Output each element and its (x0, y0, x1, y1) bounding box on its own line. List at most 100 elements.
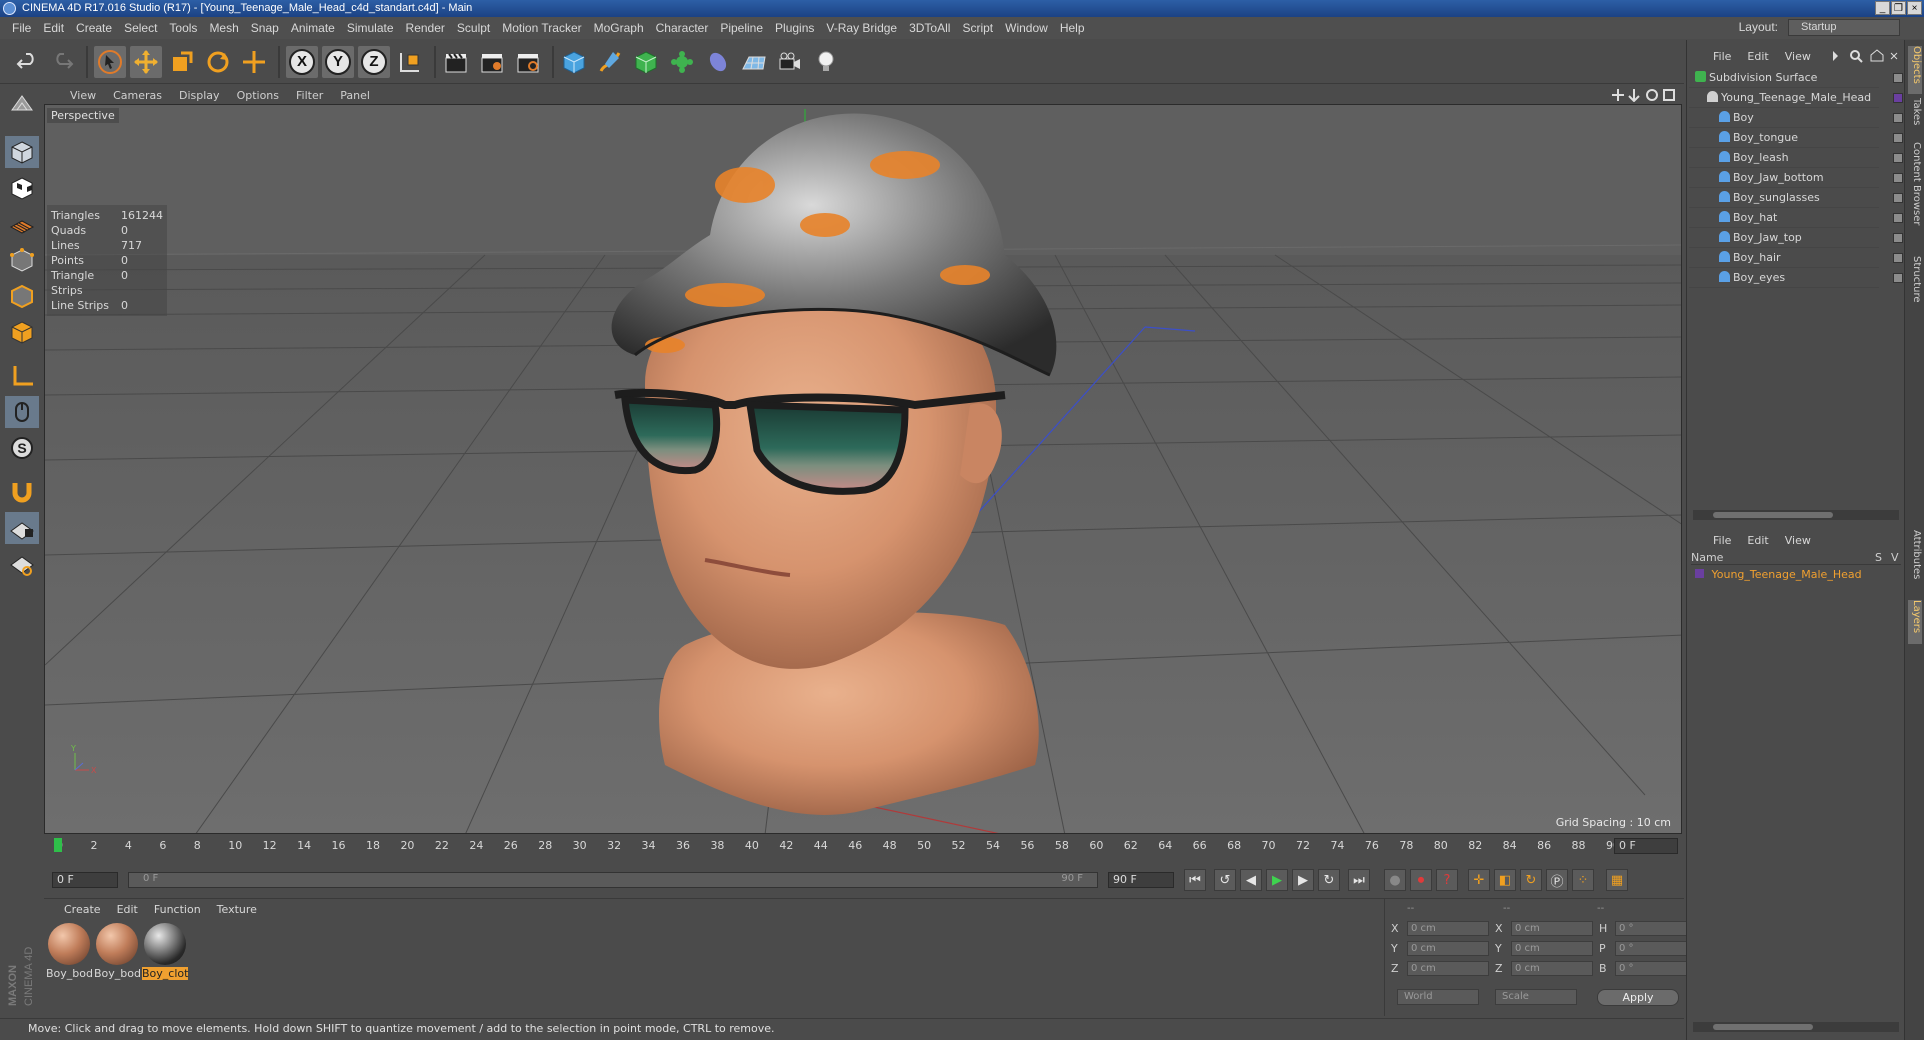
viewport-menu-cameras[interactable]: Cameras (113, 89, 162, 102)
menu-edit[interactable]: Edit (37, 21, 70, 35)
menu-render[interactable]: Render (400, 21, 451, 35)
object-list-item[interactable]: Boy_sunglasses (1689, 188, 1903, 208)
menu-animate[interactable]: Animate (285, 21, 341, 35)
render-settings-button[interactable] (512, 46, 544, 78)
menu-plugins[interactable]: Plugins (769, 21, 820, 35)
object-manager-scrollbar[interactable] (1693, 510, 1899, 520)
rotation-h-field[interactable]: 0 ° (1615, 921, 1697, 936)
menu-pipeline[interactable]: Pipeline (714, 21, 769, 35)
menu-window[interactable]: Window (999, 21, 1054, 35)
layers-menu-file[interactable]: File (1713, 534, 1731, 547)
object-list-item[interactable]: Boy_Jaw_bottom (1689, 168, 1903, 188)
visibility-toggle[interactable] (1893, 173, 1903, 183)
viewport-menu-options[interactable]: Options (237, 89, 279, 102)
workplane-align-button[interactable] (5, 548, 39, 580)
undo-button[interactable] (12, 46, 44, 78)
close-button[interactable]: × (1907, 1, 1922, 15)
layer-manager-scrollbar[interactable] (1693, 1022, 1899, 1032)
x-axis-button[interactable]: X (286, 46, 318, 78)
material-menu-edit[interactable]: Edit (117, 903, 138, 916)
viewport-menu-display[interactable]: Display (179, 89, 220, 102)
object-manager-tool-icons[interactable] (1831, 49, 1905, 63)
rotation-key-button[interactable]: ↻ (1520, 869, 1542, 891)
live-selection-button[interactable] (94, 46, 126, 78)
model-mode-button[interactable] (5, 136, 39, 168)
material-menu-create[interactable]: Create (64, 903, 101, 916)
polygons-mode-button[interactable] (5, 316, 39, 348)
visibility-toggle[interactable] (1893, 193, 1903, 203)
coordinate-space-dropdown[interactable]: World (1397, 989, 1479, 1005)
render-picture-viewer-button[interactable] (476, 46, 508, 78)
autokey-button[interactable]: ⏺ (1410, 869, 1432, 891)
point-level-button[interactable]: ⁘ (1572, 869, 1594, 891)
menu-vray-bridge[interactable]: V-Ray Bridge (820, 21, 903, 35)
menu-select[interactable]: Select (118, 21, 163, 35)
solo-button[interactable]: S (5, 432, 39, 464)
size-z-field[interactable]: 0 cm (1511, 961, 1593, 976)
object-list-item[interactable]: Young_Teenage_Male_Head (1689, 88, 1903, 108)
record-disabled-button[interactable]: ● (1384, 869, 1406, 891)
tab-takes[interactable]: Takes (1908, 98, 1922, 138)
texture-mode-button[interactable] (5, 172, 39, 204)
light-button[interactable] (810, 46, 842, 78)
material-swatch[interactable]: Boy_clot (142, 923, 188, 980)
subdivision-button[interactable] (630, 46, 662, 78)
apply-button[interactable]: Apply (1597, 989, 1679, 1006)
frame-range-slider[interactable]: 0 F 90 F (128, 872, 1098, 888)
snap-button[interactable] (5, 476, 39, 508)
scrollbar-thumb[interactable] (1713, 512, 1833, 518)
menu-script[interactable]: Script (956, 21, 999, 35)
playhead-marker[interactable] (54, 838, 62, 852)
viewport-menu-filter[interactable]: Filter (296, 89, 323, 102)
y-axis-button[interactable]: Y (322, 46, 354, 78)
scale-key-button[interactable]: ◧ (1494, 869, 1516, 891)
redo-button[interactable] (46, 46, 78, 78)
size-x-field[interactable]: 0 cm (1511, 921, 1593, 936)
visibility-toggle[interactable] (1893, 213, 1903, 223)
deformer-button[interactable] (702, 46, 734, 78)
previous-frame-button[interactable]: ◀ (1240, 869, 1262, 891)
render-view-button[interactable] (440, 46, 472, 78)
visibility-toggle[interactable] (1893, 153, 1903, 163)
previous-key-button[interactable]: ↺ (1214, 869, 1236, 891)
menu-mograph[interactable]: MoGraph (588, 21, 650, 35)
rotation-b-field[interactable]: 0 ° (1615, 961, 1697, 976)
3d-viewport[interactable]: Y X Perspective Triangles 161244 Quads 0 L… (44, 104, 1682, 834)
go-to-start-button[interactable]: ⏮ (1184, 869, 1206, 891)
mograph-cloner-button[interactable] (666, 46, 698, 78)
object-list-item[interactable]: Boy_tongue (1689, 128, 1903, 148)
menu-mesh[interactable]: Mesh (203, 21, 244, 35)
keyframe-selection-button[interactable]: ? (1436, 869, 1458, 891)
menu-file[interactable]: File (6, 21, 37, 35)
menu-3dtoall[interactable]: 3DToAll (903, 21, 956, 35)
object-list-item[interactable]: Boy_Jaw_top (1689, 228, 1903, 248)
size-y-field[interactable]: 0 cm (1511, 941, 1593, 956)
visibility-toggle[interactable] (1893, 73, 1903, 83)
menu-help[interactable]: Help (1054, 21, 1091, 35)
object-list-item[interactable]: Boy_hat (1689, 208, 1903, 228)
layers-menu-edit[interactable]: Edit (1747, 534, 1768, 547)
objects-menu-view[interactable]: View (1785, 50, 1811, 63)
parameter-key-button[interactable]: Ⓟ (1546, 869, 1568, 891)
visibility-toggle[interactable] (1893, 93, 1903, 103)
timeline-window-button[interactable]: ▦ (1606, 869, 1628, 891)
workplane-lock-button[interactable] (5, 512, 39, 544)
object-list-item[interactable]: Boy_leash (1689, 148, 1903, 168)
start-frame-field[interactable]: 0 F (52, 872, 118, 888)
cube-primitive-button[interactable] (558, 46, 590, 78)
menu-snap[interactable]: Snap (245, 21, 285, 35)
material-swatch[interactable]: Boy_bod (46, 923, 93, 980)
objects-menu-file[interactable]: File (1713, 50, 1731, 63)
camera-button[interactable] (774, 46, 806, 78)
make-editable-button[interactable] (5, 88, 39, 120)
viewport-camera-label[interactable]: Perspective (47, 108, 119, 123)
play-button[interactable]: ▶ (1266, 869, 1288, 891)
position-z-field[interactable]: 0 cm (1407, 961, 1489, 976)
viewport-menu-view[interactable]: View (70, 89, 96, 102)
tab-attributes[interactable]: Attributes (1908, 530, 1922, 594)
layers-menu-view[interactable]: View (1785, 534, 1811, 547)
tab-objects[interactable]: Objects (1908, 46, 1922, 94)
coordinate-system-button[interactable] (394, 46, 426, 78)
object-list-item[interactable]: Boy_eyes (1689, 268, 1903, 288)
z-axis-button[interactable]: Z (358, 46, 390, 78)
